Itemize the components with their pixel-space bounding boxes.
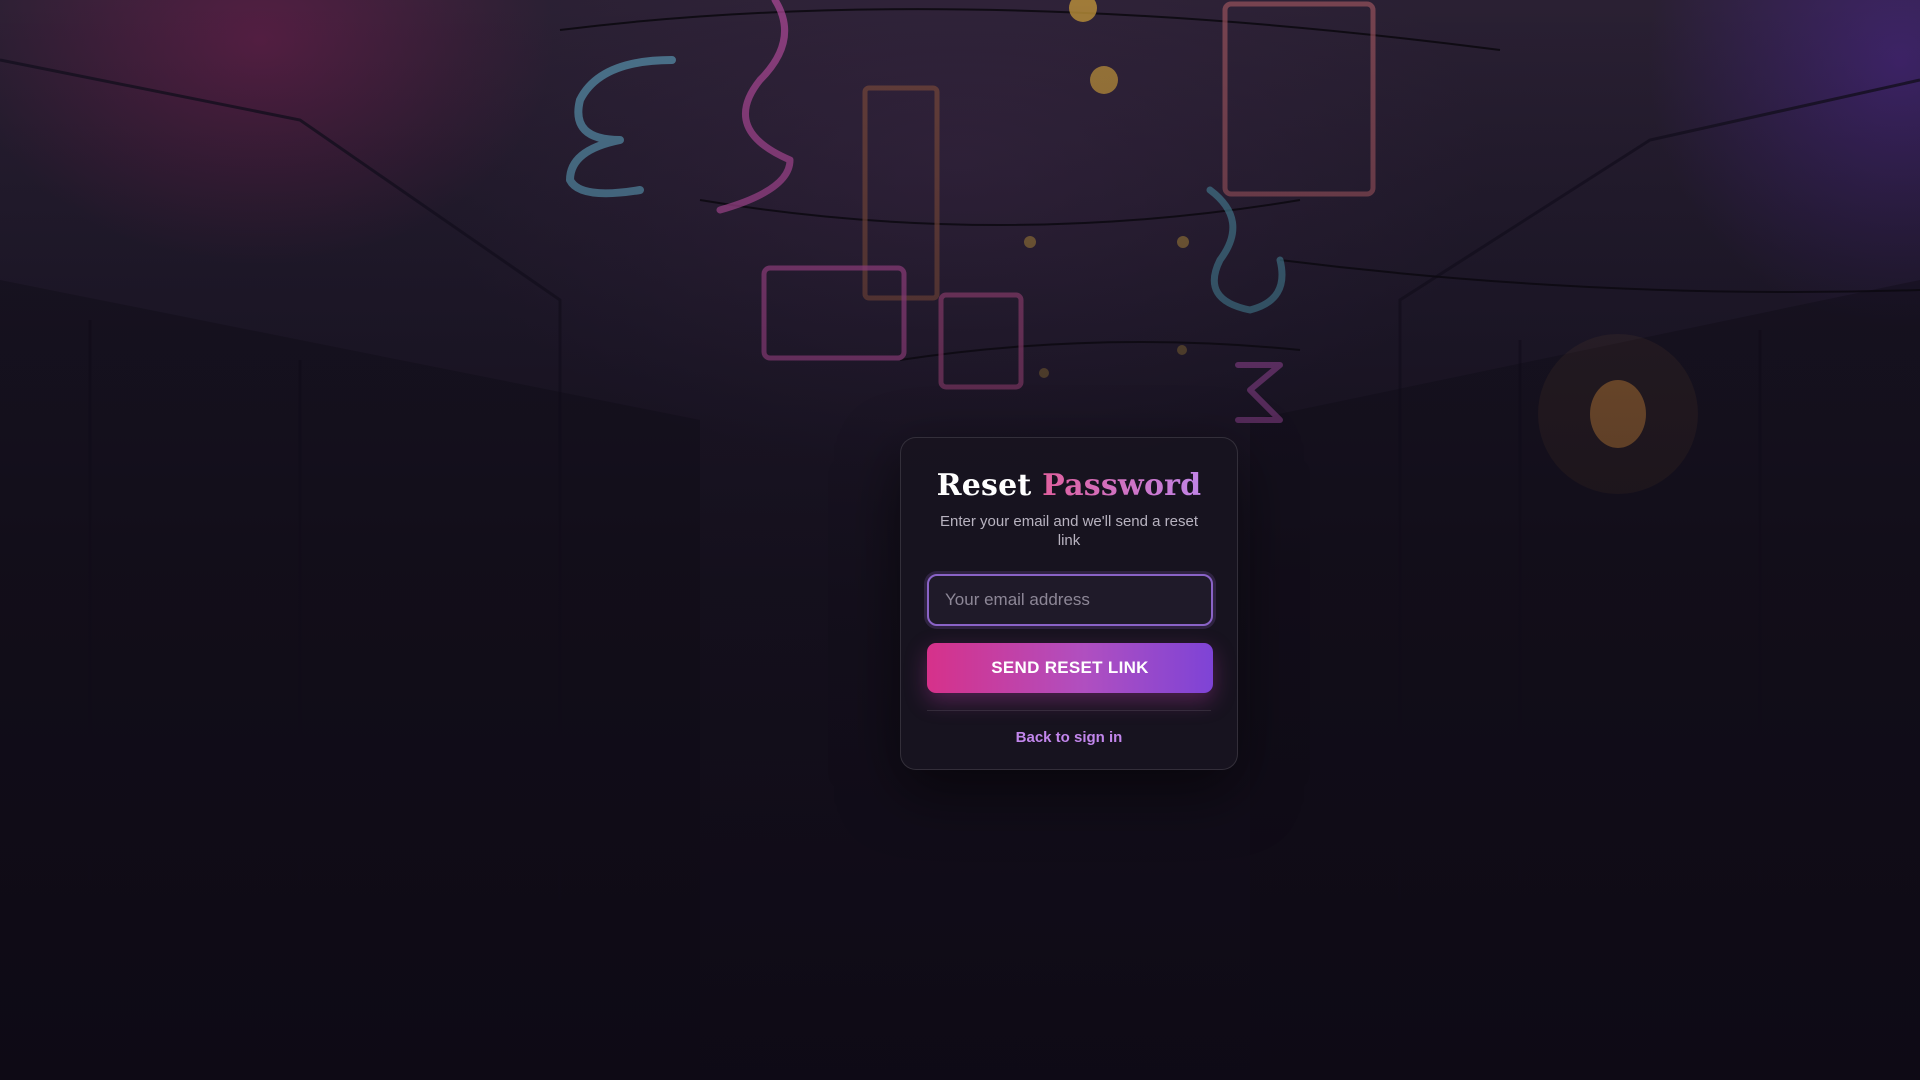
subtitle: Enter your email and we'll send a reset … [940, 513, 1198, 549]
title-accent: Password [1042, 468, 1202, 503]
page-title: Reset Password [927, 468, 1211, 504]
reset-password-card: Reset Password Enter your email and we'l… [900, 437, 1238, 770]
send-reset-link-button[interactable]: SEND RESET LINK [927, 643, 1213, 693]
title-main: Reset [936, 468, 1032, 503]
back-to-sign-in-link[interactable]: Back to sign in [1016, 729, 1123, 746]
divider [927, 710, 1211, 711]
email-input[interactable] [927, 574, 1213, 626]
